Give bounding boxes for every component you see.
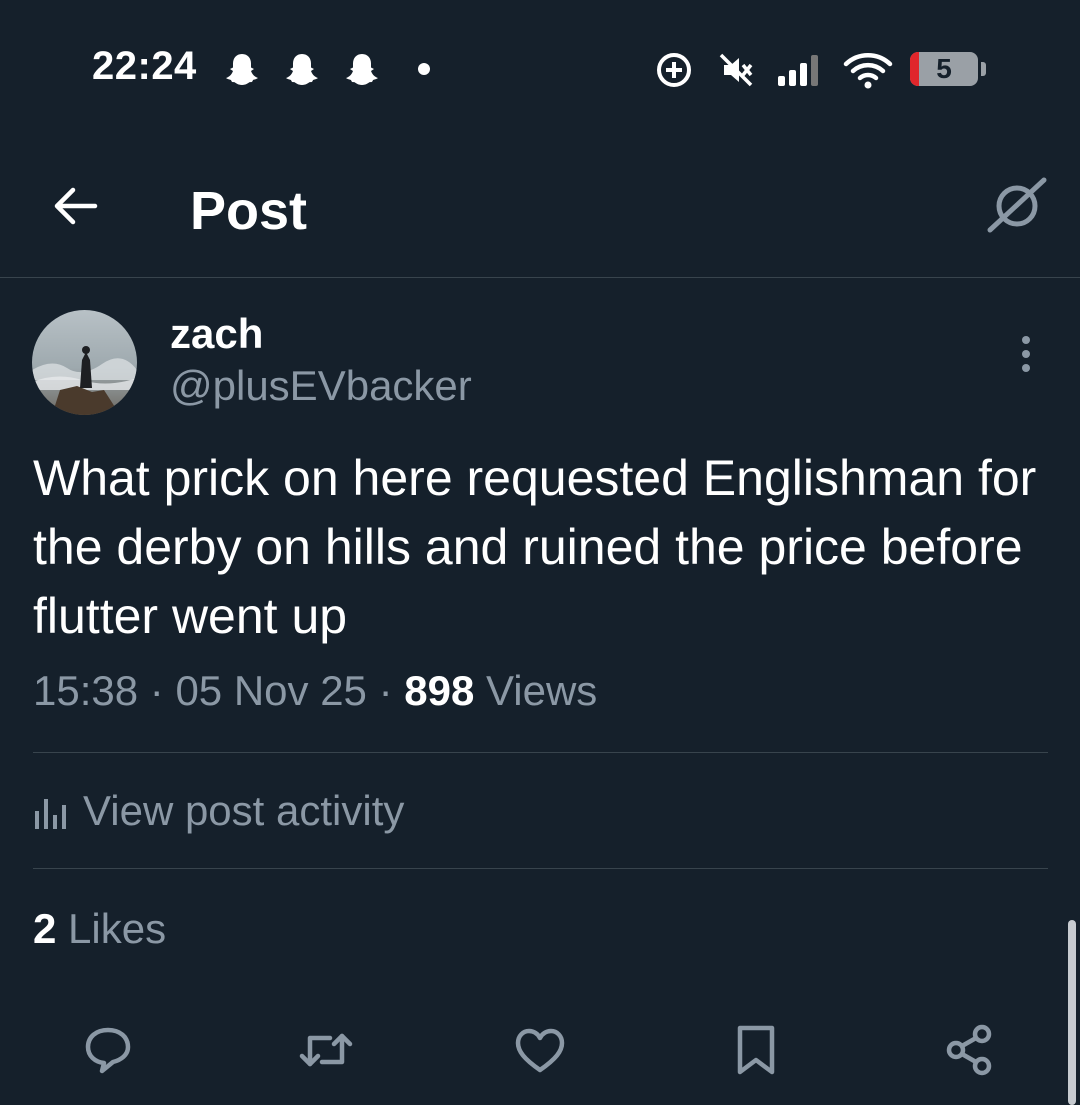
views-count: 898 (404, 667, 475, 714)
divider (33, 752, 1048, 753)
battery-level: 5 (936, 53, 952, 84)
avatar[interactable] (32, 310, 137, 415)
battery-tip (981, 62, 986, 76)
post-meta: 15:38 · 05 Nov 25 · 898 Views (33, 667, 597, 715)
like-icon[interactable] (510, 1020, 570, 1080)
status-time: 22:24 (92, 44, 197, 88)
wifi-icon (843, 53, 893, 89)
grok-icon[interactable] (984, 172, 1050, 238)
divider (33, 868, 1048, 869)
analytics-icon (35, 799, 66, 829)
post-time: 15:38 (33, 667, 139, 714)
view-post-activity-button[interactable]: View post activity (33, 787, 404, 835)
likes-count: 2 (33, 905, 57, 952)
author-handle[interactable]: @plusEVbacker (170, 362, 472, 410)
author-name[interactable]: zach (170, 310, 263, 358)
signal-icon (778, 55, 818, 86)
snapchat-ghost-icon (346, 54, 378, 85)
more-options-icon[interactable] (1008, 332, 1044, 376)
header-divider (0, 277, 1080, 278)
notification-dot-icon (418, 63, 430, 75)
scrollbar[interactable] (1068, 920, 1076, 1105)
likes-label: Likes (68, 905, 167, 952)
reply-icon[interactable] (78, 1020, 138, 1080)
mute-icon (719, 53, 753, 87)
views-label: Views (486, 667, 598, 714)
share-icon[interactable] (940, 1020, 1000, 1080)
meta-separator: · (149, 667, 164, 714)
post-text: What prick on here requested Englishman … (33, 450, 1037, 644)
bookmark-icon[interactable] (726, 1020, 786, 1080)
page-title: Post (190, 181, 308, 241)
data-saver-icon (657, 53, 691, 87)
snapchat-ghost-icon (226, 54, 258, 85)
meta-separator: · (378, 667, 393, 714)
battery-icon: 5 (910, 52, 978, 86)
likes-summary[interactable]: 2 Likes (33, 905, 166, 953)
repost-icon[interactable] (296, 1020, 356, 1080)
arrow-left-icon[interactable] (52, 186, 98, 226)
activity-label: View post activity (83, 787, 405, 834)
snapchat-ghost-icon (286, 54, 318, 85)
post-date: 05 Nov 25 (175, 667, 367, 714)
